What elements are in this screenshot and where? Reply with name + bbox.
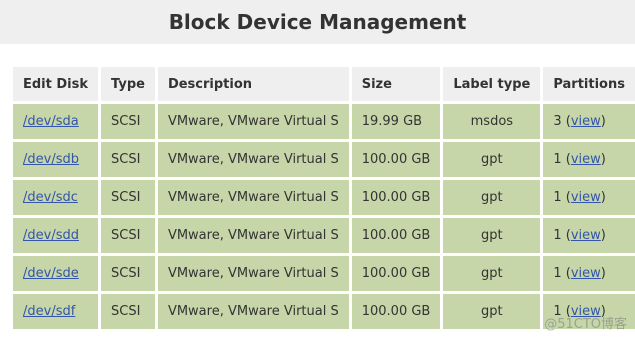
- type-cell: SCSI: [101, 142, 155, 177]
- disk-cell: /dev/sdc: [13, 180, 99, 215]
- size-cell: 100.00 GB: [351, 218, 441, 253]
- table-row: /dev/sdd SCSI VMware, VMware Virtual S 1…: [13, 218, 635, 253]
- partitions-count: 1: [553, 152, 562, 167]
- block-device-table: Edit Disk Type Description Size Label ty…: [10, 64, 635, 332]
- disk-cell: /dev/sde: [13, 256, 99, 291]
- view-partitions-link[interactable]: view: [571, 304, 601, 319]
- description-cell: VMware, VMware Virtual S: [157, 294, 349, 329]
- table-row: /dev/sdf SCSI VMware, VMware Virtual S 1…: [13, 294, 635, 329]
- partitions-cell: 1 (view): [543, 142, 635, 177]
- partitions-count: 1: [553, 190, 562, 205]
- disk-link[interactable]: /dev/sdd: [23, 228, 79, 243]
- description-cell: VMware, VMware Virtual S: [157, 104, 349, 139]
- label-type-cell: gpt: [443, 180, 541, 215]
- disk-link[interactable]: /dev/sdc: [23, 190, 78, 205]
- partitions-count: 1: [553, 304, 562, 319]
- table-row: /dev/sdb SCSI VMware, VMware Virtual S 1…: [13, 142, 635, 177]
- label-type-cell: msdos: [443, 104, 541, 139]
- col-header-label-type: Label type: [443, 67, 541, 101]
- size-cell: 19.99 GB: [351, 104, 441, 139]
- partitions-count: 3: [553, 114, 562, 129]
- size-cell: 100.00 GB: [351, 142, 441, 177]
- view-partitions-link[interactable]: view: [571, 228, 601, 243]
- col-header-partitions: Partitions: [543, 67, 635, 101]
- type-cell: SCSI: [101, 294, 155, 329]
- view-partitions-link[interactable]: view: [571, 190, 601, 205]
- table-row: /dev/sdc SCSI VMware, VMware Virtual S 1…: [13, 180, 635, 215]
- title-bar: Block Device Management: [0, 0, 635, 44]
- partitions-cell: 3 (view): [543, 104, 635, 139]
- size-cell: 100.00 GB: [351, 294, 441, 329]
- disk-link[interactable]: /dev/sde: [23, 266, 79, 281]
- page-title: Block Device Management: [168, 10, 467, 34]
- type-cell: SCSI: [101, 180, 155, 215]
- description-cell: VMware, VMware Virtual S: [157, 142, 349, 177]
- description-cell: VMware, VMware Virtual S: [157, 256, 349, 291]
- view-partitions-link[interactable]: view: [571, 114, 601, 129]
- partitions-cell: 1 (view): [543, 294, 635, 329]
- type-cell: SCSI: [101, 104, 155, 139]
- table-row: /dev/sda SCSI VMware, VMware Virtual S 1…: [13, 104, 635, 139]
- disk-cell: /dev/sdf: [13, 294, 99, 329]
- partitions-count: 1: [553, 228, 562, 243]
- disk-link[interactable]: /dev/sdf: [23, 304, 75, 319]
- label-type-cell: gpt: [443, 294, 541, 329]
- disk-cell: /dev/sda: [13, 104, 99, 139]
- disk-link[interactable]: /dev/sdb: [23, 152, 79, 167]
- partitions-count: 1: [553, 266, 562, 281]
- label-type-cell: gpt: [443, 218, 541, 253]
- size-cell: 100.00 GB: [351, 256, 441, 291]
- partitions-cell: 1 (view): [543, 256, 635, 291]
- label-type-cell: gpt: [443, 142, 541, 177]
- partitions-cell: 1 (view): [543, 218, 635, 253]
- label-type-cell: gpt: [443, 256, 541, 291]
- partitions-cell: 1 (view): [543, 180, 635, 215]
- table-header-row: Edit Disk Type Description Size Label ty…: [13, 67, 635, 101]
- description-cell: VMware, VMware Virtual S: [157, 180, 349, 215]
- col-header-edit-disk: Edit Disk: [13, 67, 99, 101]
- size-cell: 100.00 GB: [351, 180, 441, 215]
- col-header-size: Size: [351, 67, 441, 101]
- disk-cell: /dev/sdb: [13, 142, 99, 177]
- view-partitions-link[interactable]: view: [571, 152, 601, 167]
- description-cell: VMware, VMware Virtual S: [157, 218, 349, 253]
- table-row: /dev/sde SCSI VMware, VMware Virtual S 1…: [13, 256, 635, 291]
- view-partitions-link[interactable]: view: [571, 266, 601, 281]
- disk-cell: /dev/sdd: [13, 218, 99, 253]
- type-cell: SCSI: [101, 256, 155, 291]
- disk-link[interactable]: /dev/sda: [23, 114, 79, 129]
- col-header-description: Description: [157, 67, 349, 101]
- type-cell: SCSI: [101, 218, 155, 253]
- col-header-type: Type: [101, 67, 155, 101]
